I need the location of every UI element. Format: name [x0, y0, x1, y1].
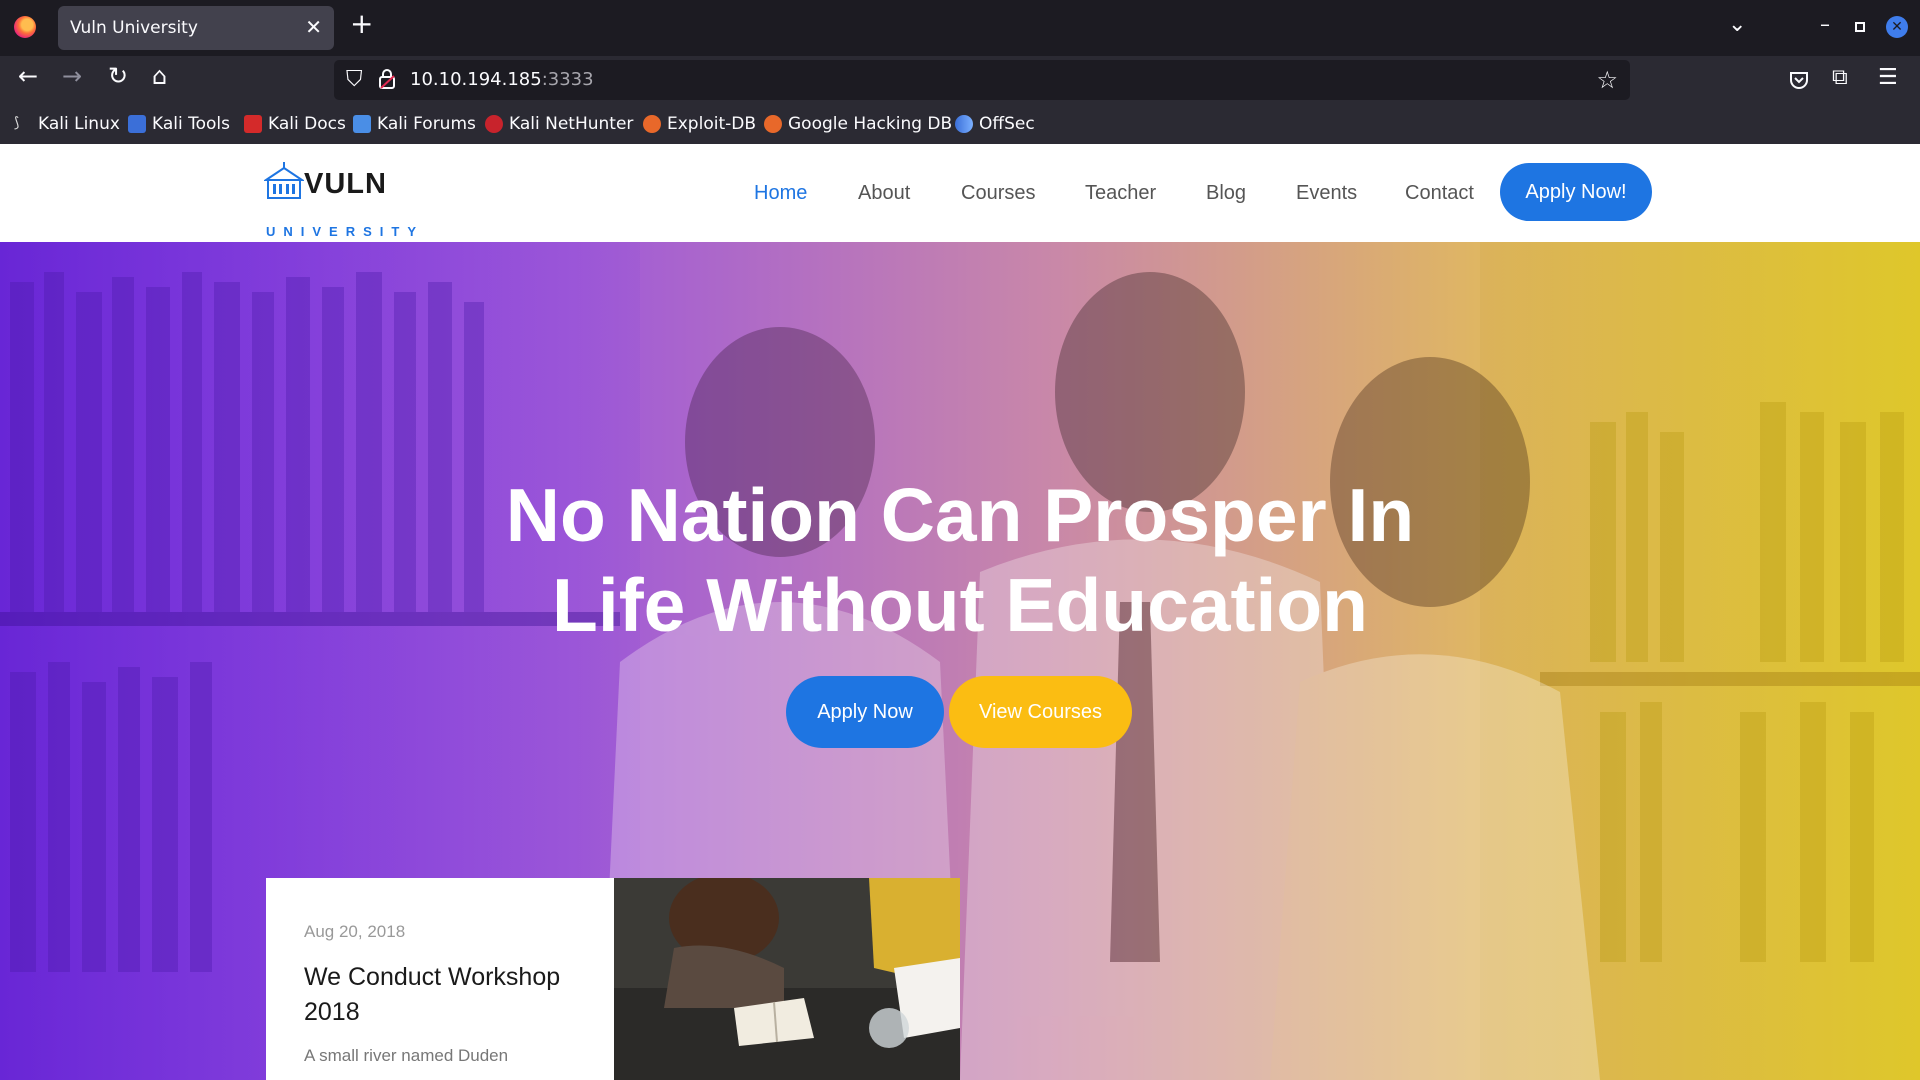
hero-title: No Nation Can Prosper In Life Without Ed…: [440, 470, 1480, 650]
home-icon[interactable]: ⌂: [152, 64, 167, 88]
bookmark-kali-linux[interactable]: ⟆ Kali Linux: [14, 114, 120, 134]
tab-title: Vuln University: [70, 18, 198, 38]
view-courses-button[interactable]: View Courses: [949, 676, 1132, 748]
minimize-window-icon[interactable]: –: [1820, 12, 1830, 36]
logo-subtitle: UNIVERSITY: [266, 224, 425, 239]
nav-teacher[interactable]: Teacher: [1085, 182, 1156, 205]
bookmark-label: Exploit-DB: [667, 114, 756, 134]
nav-events[interactable]: Events: [1296, 182, 1357, 205]
bookmark-exploit-db[interactable]: Exploit-DB: [643, 114, 756, 134]
close-tab-icon[interactable]: ✕: [305, 15, 322, 39]
site-header: VULN UNIVERSITY Home About Courses Teach…: [0, 144, 1920, 242]
lock-icon[interactable]: [378, 68, 396, 90]
bookmark-google-hacking-db[interactable]: Google Hacking DB: [764, 114, 952, 134]
web-page: VULN UNIVERSITY Home About Courses Teach…: [0, 144, 1920, 1080]
browser-tab-bar: Vuln University ✕ + ⌄ – ✕: [0, 0, 1920, 56]
shield-icon[interactable]: ⛉: [346, 67, 363, 92]
bookmark-kali-tools[interactable]: Kali Tools: [128, 114, 230, 134]
offsec-icon: [955, 115, 973, 133]
bookmark-label: Kali NetHunter: [509, 114, 634, 134]
browser-nav-bar: ← → ↻ ⌂ ⛉ 10.10.194.185:3333 ☆ ⧉ ☰: [0, 56, 1920, 106]
bookmark-kali-nethunter[interactable]: Kali NetHunter: [485, 114, 633, 134]
logo-name: VULN: [304, 168, 387, 200]
hero-title-line1: No Nation Can Prosper In: [505, 473, 1415, 557]
nav-contact[interactable]: Contact: [1405, 182, 1474, 205]
event-date: Aug 20, 2018: [304, 922, 406, 941]
kali-docs-icon: [244, 115, 262, 133]
event-card[interactable]: Aug 20, 2018 We Conduct Workshop 2018 A …: [266, 878, 614, 1080]
bookmark-label: Google Hacking DB: [788, 114, 953, 134]
exploit-db-icon: [643, 115, 661, 133]
event-excerpt: A small river named Duden: [304, 1046, 509, 1065]
kali-dragon-icon: ⟆: [14, 115, 32, 133]
event-image[interactable]: [614, 878, 960, 1080]
chevron-down-icon[interactable]: ⌄: [1728, 12, 1746, 37]
url-text[interactable]: 10.10.194.185:3333: [410, 69, 594, 90]
maximize-window-icon[interactable]: [1855, 22, 1865, 32]
url-port: :3333: [541, 69, 594, 90]
nav-blog[interactable]: Blog: [1206, 182, 1246, 205]
bookmark-label: Kali Linux: [38, 114, 120, 134]
hero-title-line2: Life Without Education: [552, 563, 1368, 647]
kali-forums-icon: [353, 115, 371, 133]
event-title[interactable]: We Conduct Workshop 2018: [304, 960, 594, 1030]
browser-tab[interactable]: Vuln University ✕: [58, 6, 334, 50]
hamburger-menu-icon[interactable]: ☰: [1878, 67, 1898, 89]
reload-icon[interactable]: ↻: [108, 64, 128, 88]
close-window-icon[interactable]: ✕: [1886, 16, 1908, 38]
kali-tools-icon: [128, 115, 146, 133]
firefox-icon[interactable]: [14, 16, 36, 38]
back-arrow-icon[interactable]: ←: [18, 64, 38, 88]
new-tab-button[interactable]: +: [350, 10, 373, 38]
kali-nethunter-icon: [485, 115, 503, 133]
bookmark-label: Kali Forums: [377, 114, 476, 134]
nav-home[interactable]: Home: [754, 182, 807, 205]
bookmark-kali-docs[interactable]: Kali Docs: [244, 114, 346, 134]
bookmark-offsec[interactable]: OffSec: [955, 114, 1035, 134]
bookmark-kali-forums[interactable]: Kali Forums: [353, 114, 476, 134]
forward-arrow-icon[interactable]: →: [62, 64, 82, 88]
pocket-icon[interactable]: [1788, 69, 1810, 91]
bookmark-label: Kali Tools: [152, 114, 230, 134]
google-hacking-db-icon: [764, 115, 782, 133]
bookmark-label: Kali Docs: [268, 114, 346, 134]
extensions-icon[interactable]: ⧉: [1832, 67, 1848, 89]
url-host: 10.10.194.185: [410, 69, 542, 90]
star-icon[interactable]: ☆: [1596, 66, 1618, 94]
bookmark-label: OffSec: [979, 114, 1035, 134]
apply-now-header-button[interactable]: Apply Now!: [1500, 163, 1652, 221]
nav-about[interactable]: About: [858, 182, 910, 205]
address-bar[interactable]: ⛉ 10.10.194.185:3333 ☆: [334, 60, 1630, 100]
students-reading-photo: [614, 878, 960, 1080]
nav-courses[interactable]: Courses: [961, 182, 1035, 205]
bookmarks-toolbar: ⟆ Kali Linux Kali Tools Kali Docs Kali Fo…: [0, 106, 1920, 144]
apply-now-button[interactable]: Apply Now: [786, 676, 944, 748]
university-building-icon: [264, 162, 304, 199]
